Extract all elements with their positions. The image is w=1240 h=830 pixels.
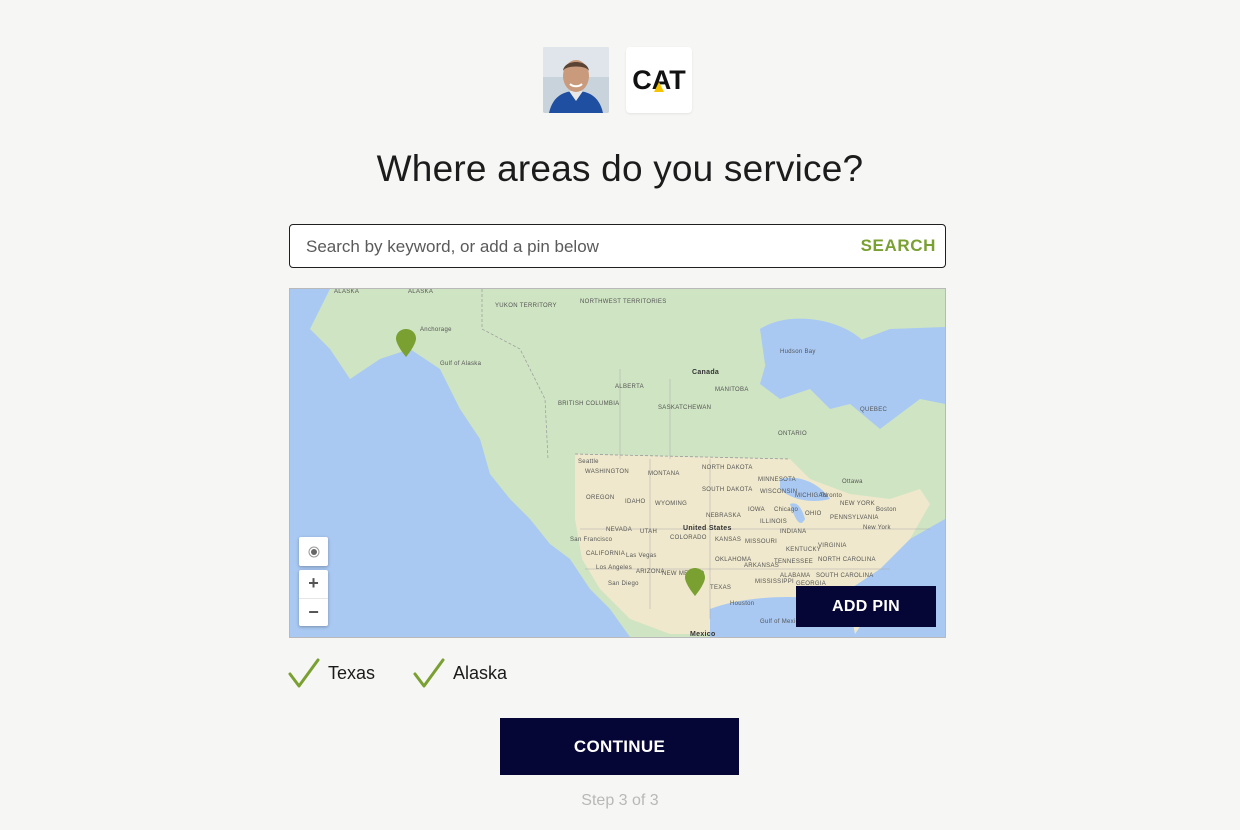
locate-icon: [308, 546, 319, 557]
page-title: Where areas do you service?: [376, 148, 864, 189]
map-view[interactable]: ALASKA ALASKA YUKON TERRITORY NORTHWEST …: [289, 288, 946, 638]
brand-logo-icon: CAT: [632, 65, 686, 95]
selected-area-item[interactable]: Alaska: [413, 656, 507, 690]
continue-button[interactable]: CONTINUE: [500, 718, 739, 775]
map-pin-icon[interactable]: [685, 568, 705, 596]
my-location-button[interactable]: [299, 537, 328, 566]
add-pin-button[interactable]: ADD PIN: [796, 586, 936, 627]
selected-area-label: Texas: [328, 662, 376, 683]
selected-areas: Texas Alaska: [288, 656, 507, 690]
map-canvas: [290, 289, 945, 637]
user-avatar: [543, 47, 609, 113]
checkmark-icon: [413, 658, 445, 688]
zoom-in-button[interactable]: +: [299, 570, 328, 599]
checkmark-icon: [288, 658, 320, 688]
map-pin-icon[interactable]: [396, 329, 416, 357]
header-logos: CAT: [543, 47, 692, 113]
zoom-out-button[interactable]: −: [299, 599, 328, 627]
search-button[interactable]: SEARCH: [861, 225, 936, 267]
user-photo-icon: [543, 47, 609, 113]
cat-logo: CAT: [626, 47, 692, 113]
selected-area-item[interactable]: Texas: [288, 656, 375, 690]
search-input[interactable]: [304, 225, 848, 269]
zoom-controls: + −: [299, 570, 328, 626]
selected-area-label: Alaska: [453, 662, 508, 683]
step-indicator: Step 3 of 3: [581, 792, 659, 809]
search-bar: SEARCH: [289, 224, 946, 269]
